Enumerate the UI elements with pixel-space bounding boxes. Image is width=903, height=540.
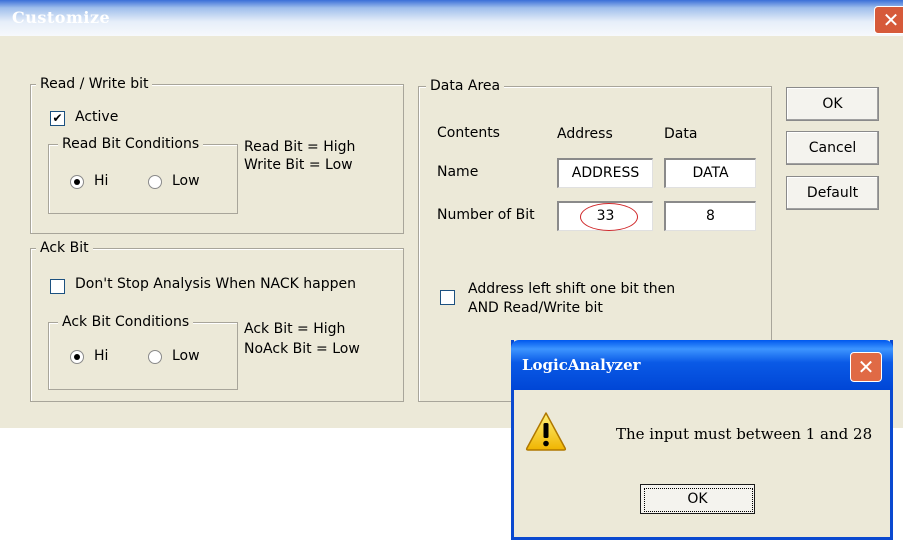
ok-button[interactable]: OK xyxy=(786,87,879,121)
address-shift-checkbox[interactable] xyxy=(440,290,455,305)
data-column-header: Data xyxy=(664,126,698,142)
popup-title: LogicAnalyzer xyxy=(522,356,641,374)
ack-hi-radio[interactable] xyxy=(70,350,84,364)
dialog-title: Customize xyxy=(12,8,111,27)
error-highlight-circle xyxy=(580,203,638,231)
ack-bit-high-text: Ack Bit = High xyxy=(244,321,346,337)
ack-bit-group-label: Ack Bit xyxy=(36,240,93,256)
default-button[interactable]: Default xyxy=(786,176,879,210)
data-bits-input[interactable]: 8 xyxy=(664,201,756,231)
read-low-label: Low xyxy=(172,173,200,189)
read-hi-radio[interactable] xyxy=(70,175,84,189)
popup-ok-focus-ring xyxy=(644,488,753,512)
noack-bit-low-text: NoAck Bit = Low xyxy=(244,341,360,357)
ack-low-radio[interactable] xyxy=(148,350,162,364)
read-bit-conditions-label: Read Bit Conditions xyxy=(58,136,204,152)
read-low-radio[interactable] xyxy=(148,175,162,189)
address-name-input[interactable]: ADDRESS xyxy=(557,158,653,188)
dialog-title-bar xyxy=(0,0,903,36)
active-label: Active xyxy=(75,109,119,125)
dont-stop-analysis-label: Don't Stop Analysis When NACK happen xyxy=(75,276,356,292)
dont-stop-analysis-checkbox[interactable] xyxy=(50,279,65,294)
read-write-group-label: Read / Write bit xyxy=(36,76,153,92)
warning-icon xyxy=(524,410,568,452)
active-checkbox[interactable]: ✔ xyxy=(50,111,65,126)
data-name-input[interactable]: DATA xyxy=(664,158,756,188)
dialog-close-button[interactable]: ✕ xyxy=(874,6,903,34)
name-label: Name xyxy=(437,164,479,180)
write-bit-low-text: Write Bit = Low xyxy=(244,157,353,173)
popup-close-button[interactable]: ✕ xyxy=(850,352,882,382)
cancel-button[interactable]: Cancel xyxy=(786,131,879,165)
ack-hi-label: Hi xyxy=(94,348,109,364)
popup-message: The input must between 1 and 28 xyxy=(616,425,873,443)
read-hi-label: Hi xyxy=(94,173,109,189)
ack-bit-conditions-label: Ack Bit Conditions xyxy=(58,314,194,330)
address-shift-label-line1: Address left shift one bit then xyxy=(468,281,676,297)
address-column-header: Address xyxy=(557,126,613,142)
ack-low-label: Low xyxy=(172,348,200,364)
read-bit-high-text: Read Bit = High xyxy=(244,139,356,155)
contents-label: Contents xyxy=(437,125,500,141)
data-area-group-label: Data Area xyxy=(426,78,505,94)
address-shift-label-line2: AND Read/Write bit xyxy=(468,300,603,316)
number-of-bit-label: Number of Bit xyxy=(437,207,535,223)
